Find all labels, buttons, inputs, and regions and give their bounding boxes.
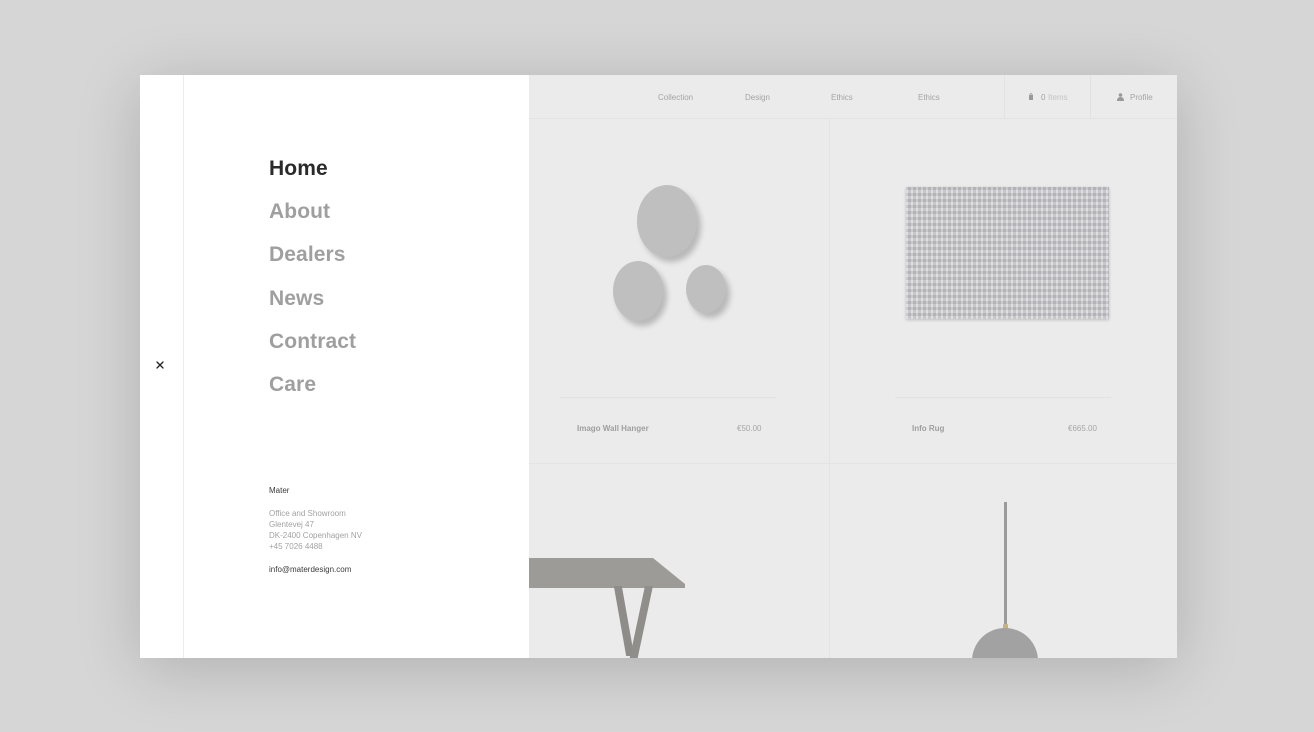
product-image-table-leg [629,586,653,658]
product-name[interactable]: Imago Wall Hanger [577,424,649,433]
product-image-hanger-large [637,185,697,257]
product-image-lamp-shade [972,628,1038,658]
product-image-rug [906,187,1109,319]
email-link[interactable]: info@materdesign.com [269,565,351,574]
profile-link[interactable]: Profile [1130,93,1153,102]
close-icon[interactable] [156,361,164,369]
bag-icon[interactable] [1028,93,1034,100]
nav-link-ethics-2[interactable]: Ethics [918,93,940,102]
cart-count[interactable]: 0 [1041,93,1045,102]
address-line: Glentevej 47 [269,520,314,529]
phone-number: +45 7026 4488 [269,542,323,551]
menu-item-news[interactable]: News [269,287,324,311]
cart-label[interactable]: Items [1048,93,1068,102]
nav-link-ethics[interactable]: Ethics [831,93,853,102]
user-icon[interactable] [1117,93,1124,101]
product-image-hanger-small [613,261,663,321]
nav-link-design[interactable]: Design [745,93,770,102]
product-price: €50.00 [737,424,762,433]
product-image-hanger-medium [686,265,726,313]
menu-item-care[interactable]: Care [269,373,316,397]
address-line: Office and Showroom [269,509,346,518]
close-menu-button[interactable] [153,358,167,372]
menu-item-dealers[interactable]: Dealers [269,243,346,267]
nav-link-collection[interactable]: Collection [658,93,693,102]
grid-divider [829,119,830,658]
product-image-lamp-cord [1004,502,1007,626]
menu-item-home[interactable]: Home [269,157,328,181]
company-name: Mater [269,486,290,495]
top-navigation: Collection Design Ethics Ethics 0 Items … [529,75,1177,119]
product-name[interactable]: Info Rug [912,424,944,433]
product-price: €665.00 [1068,424,1097,433]
grid-divider [529,463,1177,464]
nav-divider [1090,75,1091,119]
menu-rail [140,75,184,658]
menu-item-contract[interactable]: Contract [269,330,356,354]
nav-divider [1004,75,1005,119]
browser-window: Collection Design Ethics Ethics 0 Items … [140,75,1177,658]
address-line: DK-2400 Copenhagen NV [269,531,362,540]
menu-item-about[interactable]: About [269,200,330,224]
card-divider [560,397,776,398]
product-image-table-leg [613,586,635,656]
product-image-table-top [529,558,685,588]
card-divider [895,397,1111,398]
store-page: Collection Design Ethics Ethics 0 Items … [529,75,1177,658]
menu-panel: Home About Dealers News Contract Care Ma… [184,75,529,658]
